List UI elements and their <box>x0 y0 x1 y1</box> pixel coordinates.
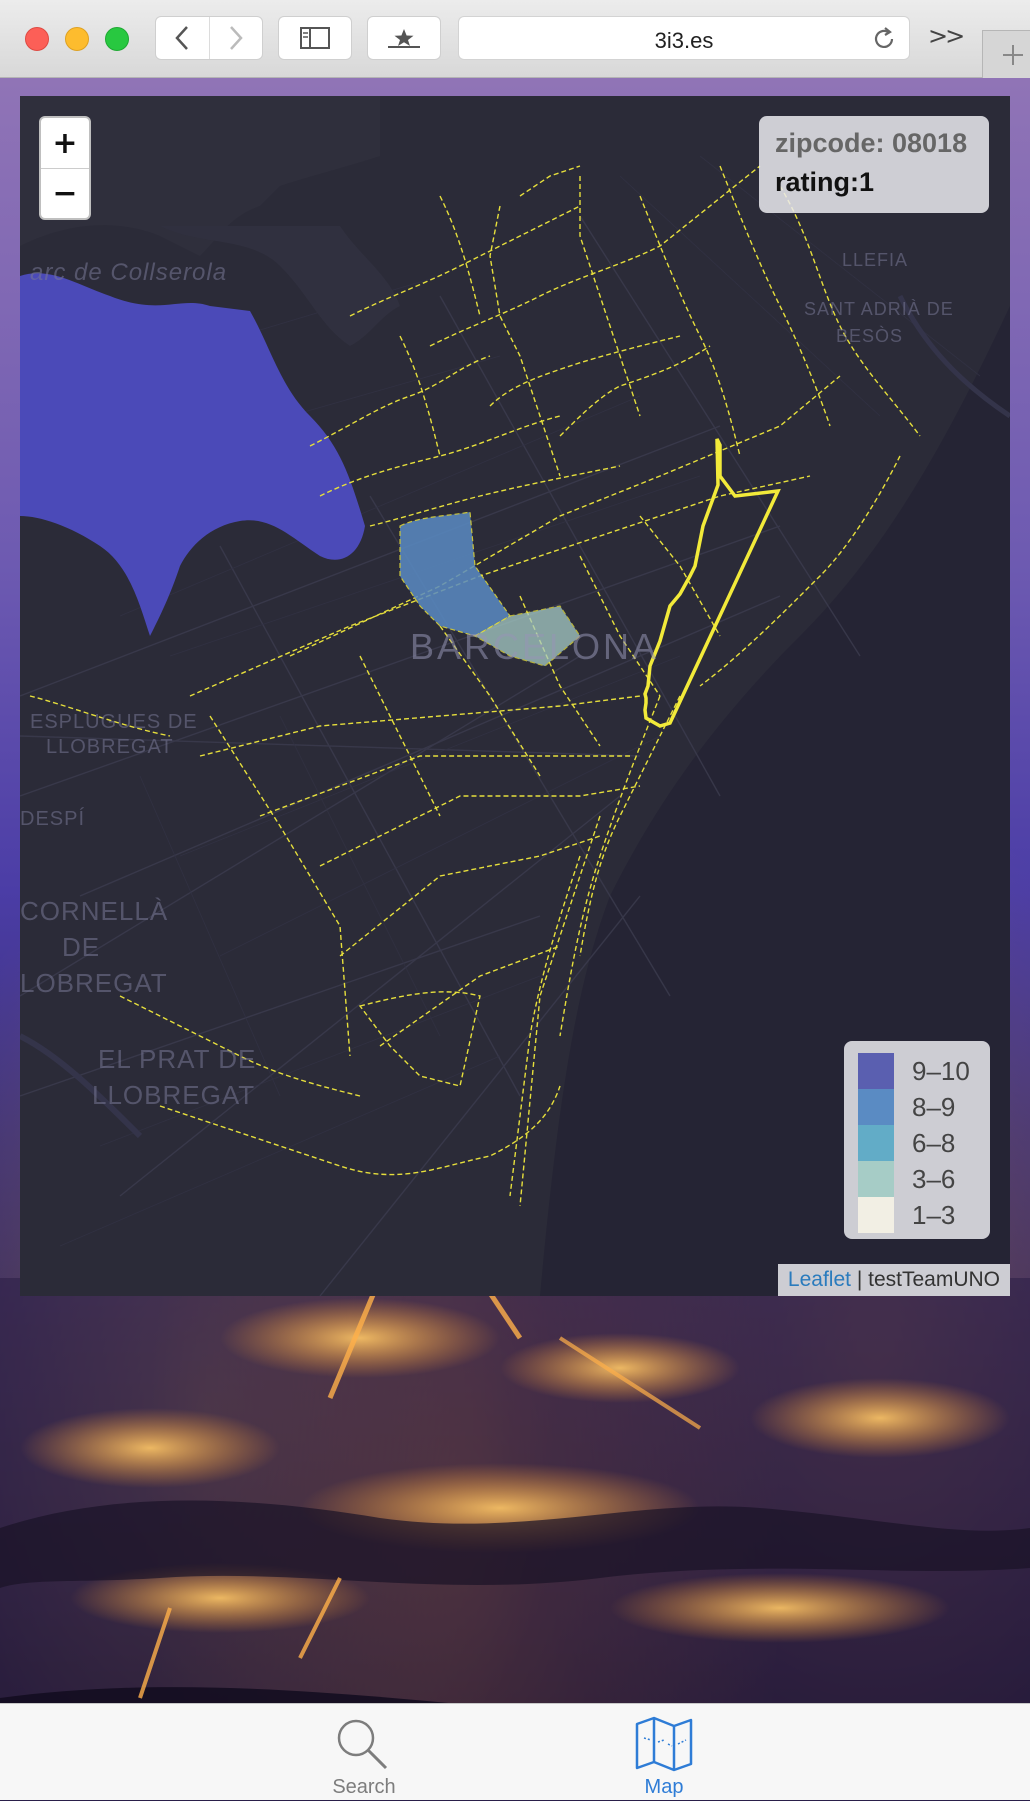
zoom-out-button[interactable]: − <box>41 168 89 218</box>
toolbar-overflow-button[interactable]: >> <box>928 22 965 50</box>
map-icon <box>635 1716 693 1772</box>
place-label-besos: BESÒS <box>836 326 904 346</box>
place-label-despi: DESPÍ <box>20 808 86 830</box>
browser-toolbar: 3i3.es >> <box>0 0 1030 78</box>
district-info-box: zipcode: 08018 rating:1 <box>759 116 989 213</box>
place-label-barcelona: BARCELONA <box>410 626 660 667</box>
legend-swatch <box>858 1161 894 1197</box>
legend-label: 8–9 <box>912 1091 956 1122</box>
tab-map-label: Map <box>644 1776 684 1798</box>
place-label-prat-2: LLOBREGAT <box>92 1080 256 1110</box>
place-label-collserola: arc de Collserola <box>30 259 228 286</box>
address-bar[interactable]: 3i3.es <box>458 16 910 60</box>
zoom-in-button[interactable]: + <box>41 118 89 168</box>
legend-label: 3–6 <box>912 1163 956 1194</box>
choropleth-map[interactable]: arc de Collserola LLEFIA SANT ADRIÀ DE B… <box>20 96 1010 1296</box>
legend-row: 8–9 <box>858 1089 976 1125</box>
place-label-sant-adria: SANT ADRIÀ DE <box>804 299 954 319</box>
reload-icon <box>874 27 894 48</box>
place-label-llefia: LLEFIA <box>842 250 909 270</box>
chevron-left-icon <box>175 26 189 50</box>
legend-label: 9–10 <box>912 1055 970 1086</box>
chevron-right-icon <box>229 26 243 50</box>
legend-row: 1–3 <box>858 1197 976 1233</box>
back-button[interactable] <box>156 17 209 59</box>
sidebar-toggle-button[interactable] <box>278 16 352 60</box>
place-label-cornella-2: DE <box>62 932 101 962</box>
star-icon <box>388 29 420 48</box>
tab-bar: Search Map <box>0 1703 1030 1800</box>
plus-icon <box>1002 44 1023 65</box>
forward-button[interactable] <box>208 17 263 59</box>
attribution-separator: | <box>856 1268 863 1291</box>
place-label-prat-1: EL PRAT DE <box>98 1044 257 1074</box>
legend-row: 9–10 <box>858 1053 976 1089</box>
place-label-cornella-3: LOBREGAT <box>20 968 168 998</box>
rating-legend: 9–10 8–9 6–8 3–6 1–3 <box>844 1041 990 1239</box>
legend-swatch <box>858 1089 894 1125</box>
place-label-esplugues-2: LLOBREGAT <box>46 736 174 758</box>
legend-swatch <box>858 1125 894 1161</box>
minimize-window-button[interactable] <box>65 27 89 51</box>
legend-swatch <box>858 1197 894 1233</box>
search-icon <box>337 1719 388 1770</box>
reload-button[interactable] <box>871 26 897 57</box>
zoom-window-button[interactable] <box>105 27 129 51</box>
tab-search-label: Search <box>332 1776 396 1798</box>
attribution-credit: testTeamUNO <box>868 1268 1000 1291</box>
place-label-esplugues-1: ESPLUGUES DE <box>30 711 198 733</box>
zipcode-text: zipcode: 08018 <box>775 128 968 158</box>
legend-row: 6–8 <box>858 1125 976 1161</box>
place-label-cornella-1: CORNELLÀ <box>20 896 169 926</box>
tab-map[interactable]: Map <box>574 1704 754 1801</box>
leaflet-link[interactable]: Leaflet <box>788 1268 851 1291</box>
close-window-button[interactable] <box>25 27 49 51</box>
sidebar-icon <box>300 27 330 49</box>
top-sites-button[interactable] <box>367 16 441 60</box>
tab-search[interactable]: Search <box>274 1704 454 1801</box>
rating-text: rating:1 <box>775 167 875 197</box>
legend-row: 3–6 <box>858 1161 976 1197</box>
legend-label: 1–3 <box>912 1199 956 1230</box>
legend-swatch <box>858 1053 894 1089</box>
history-navigation <box>155 16 263 60</box>
zoom-control: + − <box>39 116 91 220</box>
map-attribution: Leaflet | testTeamUNO <box>777 1264 1010 1296</box>
legend-label: 6–8 <box>912 1127 956 1158</box>
url-text: 3i3.es <box>654 28 714 53</box>
new-tab-button[interactable] <box>982 30 1030 78</box>
